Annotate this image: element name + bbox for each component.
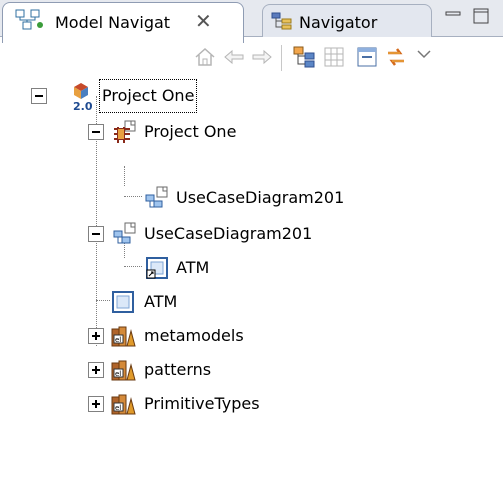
tree-item-label: patterns: [144, 360, 212, 379]
tree-item-patterns[interactable]: el patterns: [0, 354, 503, 386]
model-tree: 2.0 Project One Project One UseCaseDiagr…: [0, 79, 503, 484]
collapse-toggle[interactable]: [88, 226, 104, 242]
sync-icon[interactable]: [384, 45, 408, 69]
tab-model-navigator[interactable]: Model Navigat ✕: [2, 2, 244, 43]
tree-item-label: metamodels: [144, 326, 244, 345]
subsystem-icon: [112, 291, 134, 313]
link-editor-icon[interactable]: [292, 45, 316, 69]
minimize-icon[interactable]: [445, 11, 461, 16]
tree-item-usecase-diagram-child[interactable]: UseCaseDiagram201: [0, 182, 503, 214]
view-toolbar: [0, 37, 503, 77]
project-icon: 2.0: [73, 83, 93, 112]
model-navigator-icon: [15, 9, 43, 30]
view-menu-icon[interactable]: [414, 45, 434, 69]
collapse-all-icon[interactable]: [355, 45, 379, 69]
tree-item-label: UseCaseDiagram201: [176, 188, 345, 207]
tree-item-package[interactable]: Project One: [0, 116, 503, 148]
view-tab-bar: Navigator Model Navigat ✕: [0, 0, 503, 43]
tree-item-metamodels[interactable]: el metamodels: [0, 320, 503, 352]
expand-toggle[interactable]: [88, 396, 104, 412]
diagram-shortcut-icon: [146, 257, 168, 279]
collapse-toggle[interactable]: [31, 88, 47, 104]
tree-item-atm-subsystem[interactable]: ATM: [0, 286, 503, 318]
tree-item-primitive-types[interactable]: el PrimitiveTypes: [0, 388, 503, 420]
expand-toggle[interactable]: [88, 328, 104, 344]
forward-arrow-icon[interactable]: [250, 45, 274, 69]
library-icon: el: [111, 360, 136, 381]
tab-model-navigator-label: Model Navigat: [55, 13, 171, 32]
new-diagram-icon[interactable]: [322, 45, 346, 69]
tree-item-label: UseCaseDiagram201: [144, 224, 313, 243]
tree-item-atm-shortcut[interactable]: ATM: [0, 252, 503, 284]
tree-item-label: Project One: [144, 122, 237, 141]
tree-item-label: PrimitiveTypes: [144, 394, 260, 413]
collapse-toggle[interactable]: [88, 124, 104, 140]
home-icon[interactable]: [193, 45, 217, 69]
window-controls: [445, 8, 489, 24]
library-icon: el: [111, 394, 136, 415]
tree-item-usecase-diagram[interactable]: UseCaseDiagram201: [0, 218, 503, 250]
tree-item-label: Project One: [98, 79, 198, 113]
back-arrow-icon[interactable]: [222, 45, 246, 69]
usecase-diagram-icon: [113, 222, 136, 244]
library-icon: el: [111, 326, 136, 347]
svg-text:el: el: [115, 336, 121, 344]
toolbar-separator: [281, 45, 282, 71]
tree-item-label: ATM: [176, 258, 210, 277]
tab-navigator-label: Navigator: [299, 13, 378, 32]
navigator-icon: [271, 12, 292, 30]
maximize-icon[interactable]: [473, 8, 489, 24]
svg-text:2.0: 2.0: [73, 100, 93, 112]
expand-toggle[interactable]: [88, 362, 104, 378]
usecase-diagram-icon: [145, 186, 168, 208]
tree-item-project-root[interactable]: 2.0 Project One: [0, 79, 503, 113]
tab-navigator[interactable]: Navigator: [262, 4, 432, 37]
svg-text:el: el: [115, 404, 121, 412]
svg-text:el: el: [115, 370, 121, 378]
tree-item-label: ATM: [144, 292, 178, 311]
package-icon: [114, 120, 136, 143]
close-tab-icon[interactable]: ✕: [195, 9, 212, 33]
